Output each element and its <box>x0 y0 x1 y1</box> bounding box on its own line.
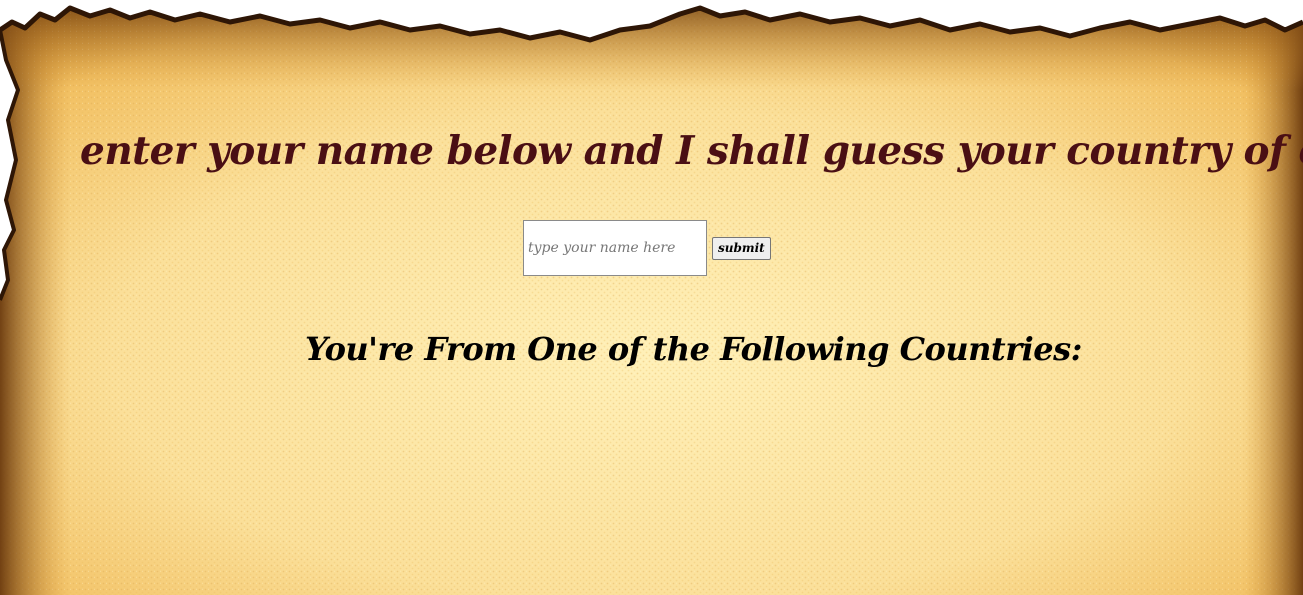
name-form: submit <box>523 220 771 276</box>
name-input[interactable] <box>523 220 707 276</box>
page-title: enter your name below and I shall guess … <box>80 128 1303 174</box>
results-heading: You're From One of the Following Countri… <box>305 330 1082 368</box>
parchment-background <box>0 5 1303 595</box>
submit-button[interactable]: submit <box>712 236 771 260</box>
page: enter your name below and I shall guess … <box>0 0 1303 595</box>
